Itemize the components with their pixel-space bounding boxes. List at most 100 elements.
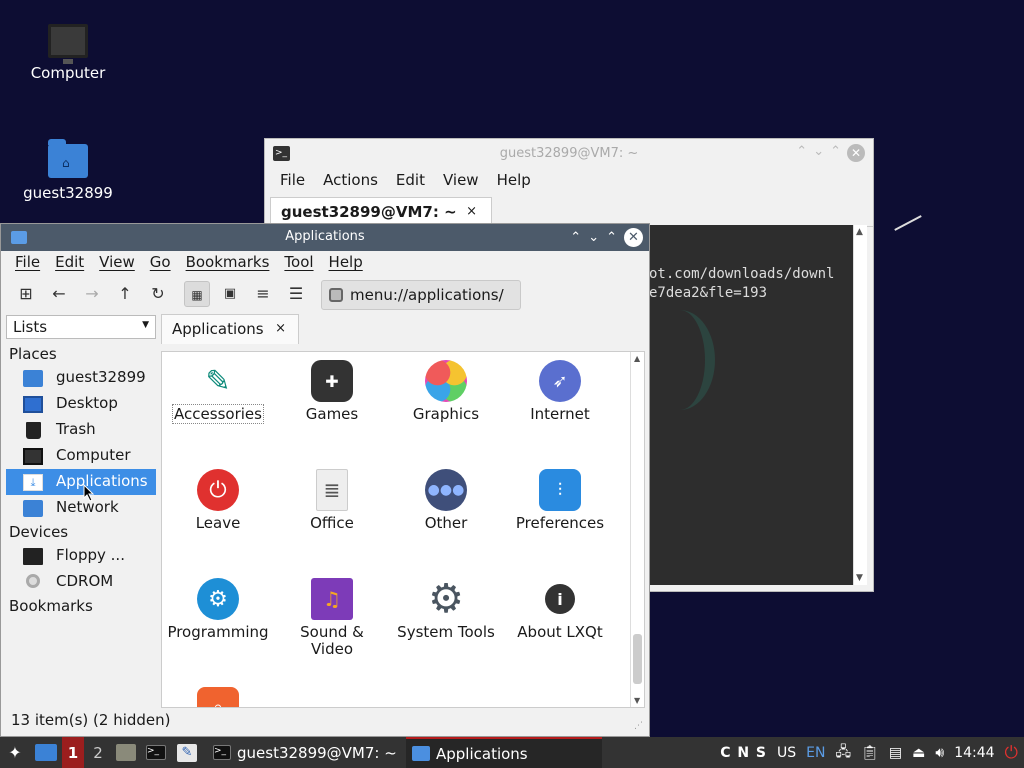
network-icon[interactable]: 🖧 bbox=[835, 741, 851, 765]
volume-icon[interactable]: 🔊︎ bbox=[935, 745, 944, 761]
keyboard-layout[interactable]: US bbox=[777, 745, 796, 761]
address-bar[interactable]: menu://applications/ bbox=[321, 280, 521, 310]
devices-header: Devices bbox=[9, 523, 69, 541]
sidebar-item-desktop[interactable]: Desktop bbox=[6, 391, 156, 417]
sidebar-item-home[interactable]: guest32899 bbox=[6, 365, 156, 391]
app-label: Internet bbox=[530, 405, 590, 423]
app-programming[interactable]: ⚙ Programming bbox=[162, 578, 274, 641]
minimize-icon[interactable]: ⌄ bbox=[588, 230, 599, 245]
menu-bookmarks[interactable]: Bookmarks bbox=[186, 253, 270, 275]
more-icon: ●●● bbox=[425, 469, 467, 511]
file-manager-titlebar[interactable]: Applications ⌃ ⌄ ⌃ ✕ bbox=[1, 224, 649, 251]
restore-icon[interactable]: ⌃ bbox=[606, 230, 617, 245]
clock[interactable]: 14:44 bbox=[954, 745, 994, 761]
minimize-icon[interactable]: ⌄ bbox=[813, 144, 824, 162]
app-system-tools[interactable]: ⚙ System Tools bbox=[390, 578, 502, 641]
menu-help[interactable]: Help bbox=[329, 253, 363, 275]
new-tab-icon[interactable]: ⊞ bbox=[13, 281, 39, 307]
app-partial[interactable]: 🔒︎ bbox=[162, 687, 274, 707]
menu-actions[interactable]: Actions bbox=[323, 171, 378, 193]
clipboard-icon[interactable]: 📋︎ bbox=[861, 745, 879, 761]
task-terminal[interactable]: >_ guest32899@VM7: ~ bbox=[207, 737, 403, 768]
close-icon[interactable]: ✕ bbox=[847, 144, 865, 162]
cog-icon: ⚙ bbox=[428, 575, 464, 622]
app-office[interactable]: ≣ Office bbox=[276, 469, 388, 532]
menu-tool[interactable]: Tool bbox=[284, 253, 313, 275]
detailed-list-view-icon[interactable]: ☰ bbox=[283, 281, 309, 307]
menu-view[interactable]: View bbox=[99, 253, 135, 275]
workspace-2[interactable]: 2 bbox=[90, 737, 106, 768]
keyboard-indicators[interactable]: C N S bbox=[720, 745, 767, 761]
task-applications[interactable]: Applications bbox=[406, 737, 602, 768]
scroll-up-icon[interactable]: ▲ bbox=[856, 227, 863, 237]
app-internet[interactable]: ➶ Internet bbox=[504, 360, 616, 423]
app-sound-video[interactable]: ♫ Sound & Video bbox=[276, 578, 388, 658]
file-manager-launcher-icon[interactable] bbox=[116, 737, 136, 768]
show-desktop-icon[interactable] bbox=[35, 737, 57, 768]
app-leave[interactable]: ⏻ Leave bbox=[162, 469, 274, 532]
app-label: Graphics bbox=[412, 405, 480, 423]
icon-view-icon[interactable]: ▦ bbox=[184, 281, 210, 307]
power-icon[interactable]: ⏻ bbox=[1005, 743, 1018, 763]
file-manager-window[interactable]: Applications ⌃ ⌄ ⌃ ✕ File Edit View Go B… bbox=[0, 223, 650, 737]
up-arrow-icon[interactable]: ↑ bbox=[112, 281, 138, 307]
sidebar-item-label: Trash bbox=[56, 420, 96, 438]
terminal-icon: >_ bbox=[213, 745, 231, 760]
app-games[interactable]: ✚ Games bbox=[276, 360, 388, 423]
desktop-icon-label: Computer bbox=[30, 64, 106, 82]
resize-grip-icon[interactable]: ⋰ bbox=[634, 721, 643, 731]
sidebar-item-computer[interactable]: Computer bbox=[6, 443, 156, 469]
forward-arrow-icon[interactable]: → bbox=[79, 281, 105, 307]
floppy-icon bbox=[23, 548, 43, 565]
sidebar-item-trash[interactable]: Trash bbox=[6, 417, 156, 443]
chevron-down-icon: ▼ bbox=[142, 320, 149, 330]
menu-file[interactable]: File bbox=[280, 171, 305, 193]
menu-edit[interactable]: Edit bbox=[55, 253, 84, 275]
thumbnail-view-icon[interactable]: ▣ bbox=[217, 281, 243, 307]
folder-view-scrollbar[interactable]: ▲ ▼ bbox=[630, 352, 644, 707]
maximize-icon[interactable]: ⌃ bbox=[570, 230, 581, 245]
folder-view[interactable]: ✎ Accessories ✚ Games Graphics ➶ Interne… bbox=[161, 351, 645, 708]
gamepad-icon: ✚ bbox=[311, 360, 353, 402]
menu-view[interactable]: View bbox=[443, 171, 479, 193]
text-editor-launcher-icon[interactable]: ✎ bbox=[177, 737, 197, 768]
removable-media-icon[interactable]: ⏏ bbox=[912, 745, 925, 761]
tab-close-icon[interactable]: × bbox=[275, 321, 286, 336]
reload-icon[interactable]: ↻ bbox=[145, 281, 171, 307]
terminal-scrollbar[interactable]: ▲ ▼ bbox=[853, 225, 867, 585]
scroll-up-icon[interactable]: ▲ bbox=[634, 354, 640, 363]
app-other[interactable]: ●●● Other bbox=[390, 469, 502, 532]
scroll-down-icon[interactable]: ▼ bbox=[634, 696, 640, 705]
app-accessories[interactable]: ✎ Accessories bbox=[162, 360, 274, 424]
workspace-1[interactable]: 1 bbox=[62, 737, 84, 768]
menu-file[interactable]: File bbox=[15, 253, 40, 275]
terminal-launcher-icon[interactable]: >_ bbox=[146, 737, 166, 768]
scrollbar-thumb[interactable] bbox=[633, 634, 642, 684]
input-language[interactable]: EN bbox=[806, 745, 825, 761]
maximize-icon[interactable]: ⌃ bbox=[796, 144, 807, 162]
app-preferences[interactable]: ⫶ Preferences bbox=[504, 469, 616, 532]
desktop-icon-home[interactable]: ⌂ guest32899 bbox=[18, 139, 118, 202]
desktop-icon-computer[interactable]: Computer bbox=[18, 24, 118, 82]
menu-edit[interactable]: Edit bbox=[396, 171, 425, 193]
side-pane-mode-select[interactable]: Lists ▼ bbox=[6, 315, 156, 339]
app-about-lxqt[interactable]: i About LXQt bbox=[504, 578, 616, 641]
scroll-down-icon[interactable]: ▼ bbox=[856, 573, 863, 583]
sidebar-item-applications[interactable]: ⤓ Applications bbox=[6, 469, 156, 495]
back-arrow-icon[interactable]: ← bbox=[46, 281, 72, 307]
tab-close-icon[interactable]: × bbox=[466, 204, 477, 219]
menu-go[interactable]: Go bbox=[150, 253, 171, 275]
sidebar-item-network[interactable]: Network bbox=[6, 495, 156, 521]
notes-icon[interactable]: ▤ bbox=[889, 745, 902, 761]
sidebar-item-floppy[interactable]: Floppy ... bbox=[6, 543, 156, 569]
terminal-tab-label: guest32899@VM7: ~ bbox=[281, 203, 457, 221]
tab-applications[interactable]: Applications × bbox=[161, 314, 299, 344]
sidebar-item-cdrom[interactable]: CDROM bbox=[6, 569, 156, 595]
terminal-titlebar[interactable]: >_ guest32899@VM7: ~ ⌃ ⌄ ⌃ ✕ bbox=[265, 139, 873, 169]
menu-help[interactable]: Help bbox=[497, 171, 531, 193]
app-graphics[interactable]: Graphics bbox=[390, 360, 502, 423]
compact-view-icon[interactable]: ≡ bbox=[250, 281, 276, 307]
close-icon[interactable]: ✕ bbox=[624, 228, 643, 247]
restore-icon[interactable]: ⌃ bbox=[830, 144, 841, 162]
start-menu-icon[interactable]: ✦ bbox=[4, 737, 26, 768]
